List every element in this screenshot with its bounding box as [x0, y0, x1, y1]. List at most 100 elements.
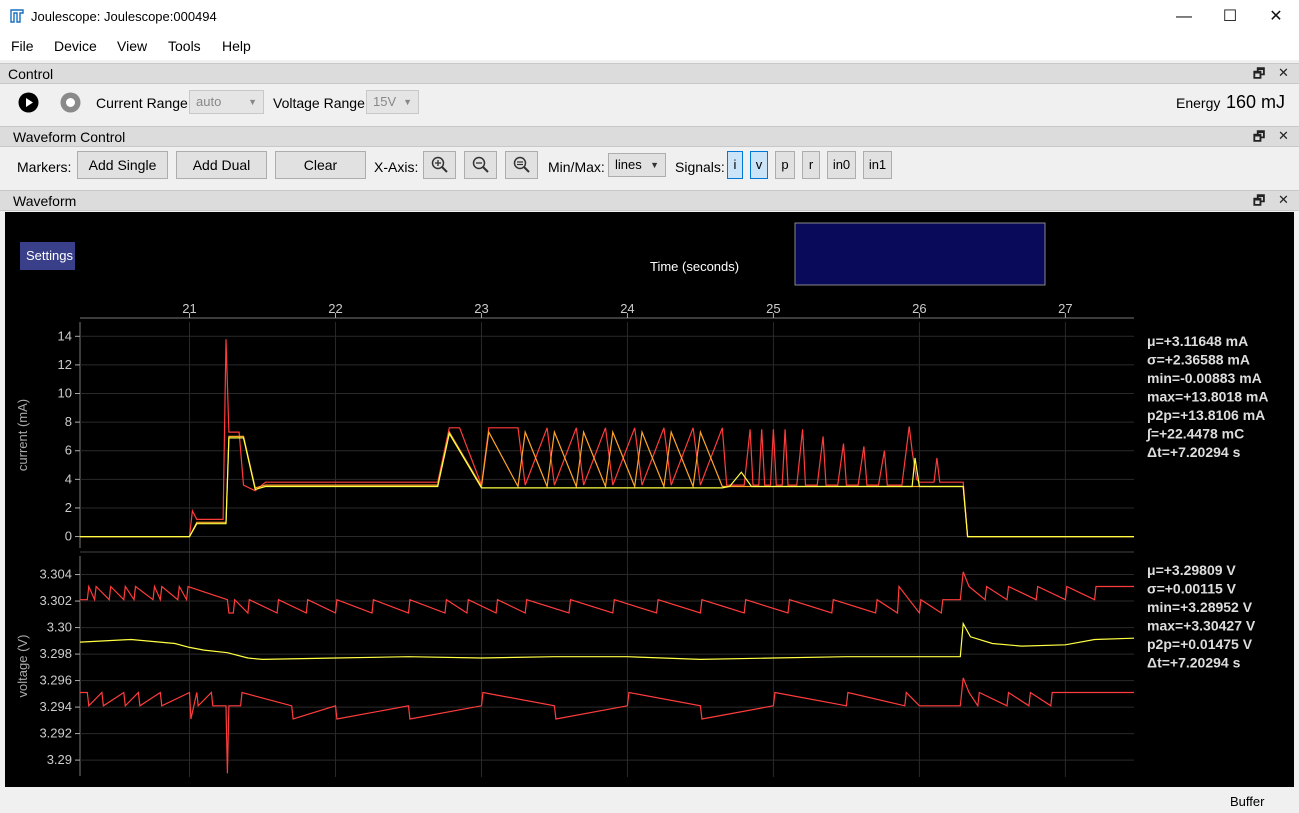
zoom-out-icon [472, 156, 489, 173]
y-tick-label: 4 [65, 471, 72, 486]
y-tick-label: 3.29 [47, 752, 72, 767]
y-axis-label: voltage (V) [15, 635, 30, 698]
minimize-button[interactable]: — [1161, 0, 1207, 33]
signal-v-toggle[interactable]: v [750, 151, 768, 179]
signal-p-toggle[interactable]: p [775, 151, 795, 179]
menu-tools[interactable]: Tools [168, 38, 201, 54]
series-line [80, 429, 1134, 538]
series-line [80, 677, 1134, 774]
stat-readout: ∫=+22.4478 mC [1146, 426, 1244, 443]
waveform-plot[interactable]: Settings Time (seconds) 21 22 23 24 25 26 27 0 2… [5, 212, 1294, 787]
signals-label: Signals: [675, 159, 725, 175]
window-title: Joulescope: Joulescope:000494 [31, 9, 217, 24]
y-tick-label: 10 [58, 386, 72, 401]
control-panel: Current Range auto ▼ Voltage Range 15V ▼… [0, 84, 1299, 122]
voltage-range-select[interactable]: 15V ▼ [366, 90, 419, 114]
y-axis-label: current (mA) [15, 399, 30, 471]
y-tick-label: 3.296 [39, 673, 72, 688]
stat-readout: min=+3.28952 V [1147, 599, 1253, 615]
x-tick-label: 25 [766, 301, 780, 316]
x-tick-label: 27 [1058, 301, 1072, 316]
stat-readout: max=+3.30427 V [1147, 618, 1256, 634]
x-tick-label: 23 [474, 301, 488, 316]
add-single-button[interactable]: Add Single [77, 151, 168, 179]
x-tick-label: 22 [328, 301, 342, 316]
chevron-down-icon: ▼ [650, 160, 659, 170]
minmax-value: lines [615, 157, 642, 172]
waveform-control-panel: Markers: Add Single Add Dual Clear X-Axi… [0, 147, 1299, 187]
add-dual-button[interactable]: Add Dual [176, 151, 267, 179]
waveform-panel-header: Waveform 🗗 ✕ [0, 190, 1299, 211]
y-tick-label: 8 [65, 414, 72, 429]
menu-help[interactable]: Help [222, 38, 251, 54]
maximize-button[interactable]: ☐ [1207, 0, 1253, 33]
y-tick-label: 12 [58, 357, 72, 372]
waveform-chart[interactable]: Settings Time (seconds) 21 22 23 24 25 26 2702… [5, 212, 1294, 787]
control-panel-header: Control 🗗 ✕ [0, 63, 1299, 84]
close-window-button[interactable]: ✕ [1253, 0, 1299, 33]
menu-bar: File Device View Tools Help [0, 33, 1299, 60]
stat-readout: max=+13.8018 mA [1147, 389, 1268, 405]
signal-i-toggle[interactable]: i [727, 151, 743, 179]
play-icon[interactable] [18, 92, 39, 113]
settings-button[interactable]: Settings [26, 248, 73, 263]
minmax-label: Min/Max: [548, 159, 605, 175]
float-panel-icon[interactable]: 🗗 [1253, 192, 1265, 214]
waveform-panel-title: Waveform [13, 193, 77, 209]
stat-readout: μ=+3.29809 V [1147, 562, 1236, 578]
stat-readout: Δt=+7.20294 s [1147, 655, 1241, 671]
close-panel-icon[interactable]: ✕ [1278, 65, 1289, 81]
y-tick-label: 3.304 [39, 567, 72, 582]
x-tick-label: 26 [912, 301, 926, 316]
signal-r-toggle[interactable]: r [802, 151, 820, 179]
minmax-select[interactable]: lines ▼ [608, 153, 666, 177]
current-range-select[interactable]: auto ▼ [189, 90, 264, 114]
record-icon[interactable] [60, 92, 81, 113]
joulescope-app-icon [10, 9, 24, 23]
stat-readout: Δt=+7.20294 s [1147, 444, 1241, 460]
x-tick-label: 21 [182, 301, 196, 316]
series-line [80, 571, 1134, 615]
signal-in0-toggle[interactable]: in0 [827, 151, 856, 179]
x-tick-label: 24 [620, 301, 634, 316]
stat-readout: p2p=+13.8106 mA [1147, 407, 1265, 423]
y-tick-label: 14 [58, 328, 72, 343]
energy-value: 160 mJ [1226, 92, 1286, 112]
voltage-range-value: 15V [373, 94, 397, 109]
menu-view[interactable]: View [117, 38, 147, 54]
menu-device[interactable]: Device [54, 38, 97, 54]
energy-label: Energy [1176, 95, 1221, 111]
overview-range-indicator[interactable] [794, 222, 1046, 286]
zoom-all-button[interactable] [505, 151, 538, 179]
close-panel-icon[interactable]: ✕ [1278, 128, 1289, 144]
buffer-status: Buffer [1230, 794, 1265, 809]
y-tick-label: 6 [65, 443, 72, 458]
control-panel-title: Control [8, 66, 54, 82]
menu-file[interactable]: File [11, 38, 34, 54]
voltage-range-label: Voltage Range [273, 95, 365, 111]
series-line [80, 431, 1134, 538]
markers-label: Markers: [17, 159, 72, 175]
stat-readout: σ=+2.36588 mA [1147, 352, 1250, 368]
y-tick-label: 3.30 [47, 620, 72, 635]
time-axis-label: Time (seconds) [650, 259, 739, 274]
y-tick-label: 0 [65, 529, 72, 544]
waveform-control-title: Waveform Control [13, 129, 126, 145]
stat-readout: p2p=+0.01475 V [1147, 636, 1253, 652]
zoom-out-button[interactable] [464, 151, 497, 179]
waveform-control-header: Waveform Control 🗗 ✕ [0, 126, 1299, 147]
title-bar: Joulescope: Joulescope:000494 — ☐ ✕ [0, 0, 1299, 33]
signal-in1-toggle[interactable]: in1 [863, 151, 892, 179]
zoom-in-button[interactable] [423, 151, 456, 179]
current-range-label: Current Range [96, 95, 188, 111]
y-tick-label: 3.302 [39, 593, 72, 608]
y-tick-label: 3.298 [39, 646, 72, 661]
status-bar: Buffer [0, 790, 1299, 813]
close-panel-icon[interactable]: ✕ [1278, 192, 1289, 208]
stat-readout: min=-0.00883 mA [1147, 370, 1262, 386]
y-tick-label: 3.292 [39, 726, 72, 741]
chevron-down-icon: ▼ [403, 97, 412, 107]
current-range-value: auto [196, 94, 222, 109]
clear-markers-button[interactable]: Clear [275, 151, 366, 179]
chevron-down-icon: ▼ [248, 97, 257, 107]
